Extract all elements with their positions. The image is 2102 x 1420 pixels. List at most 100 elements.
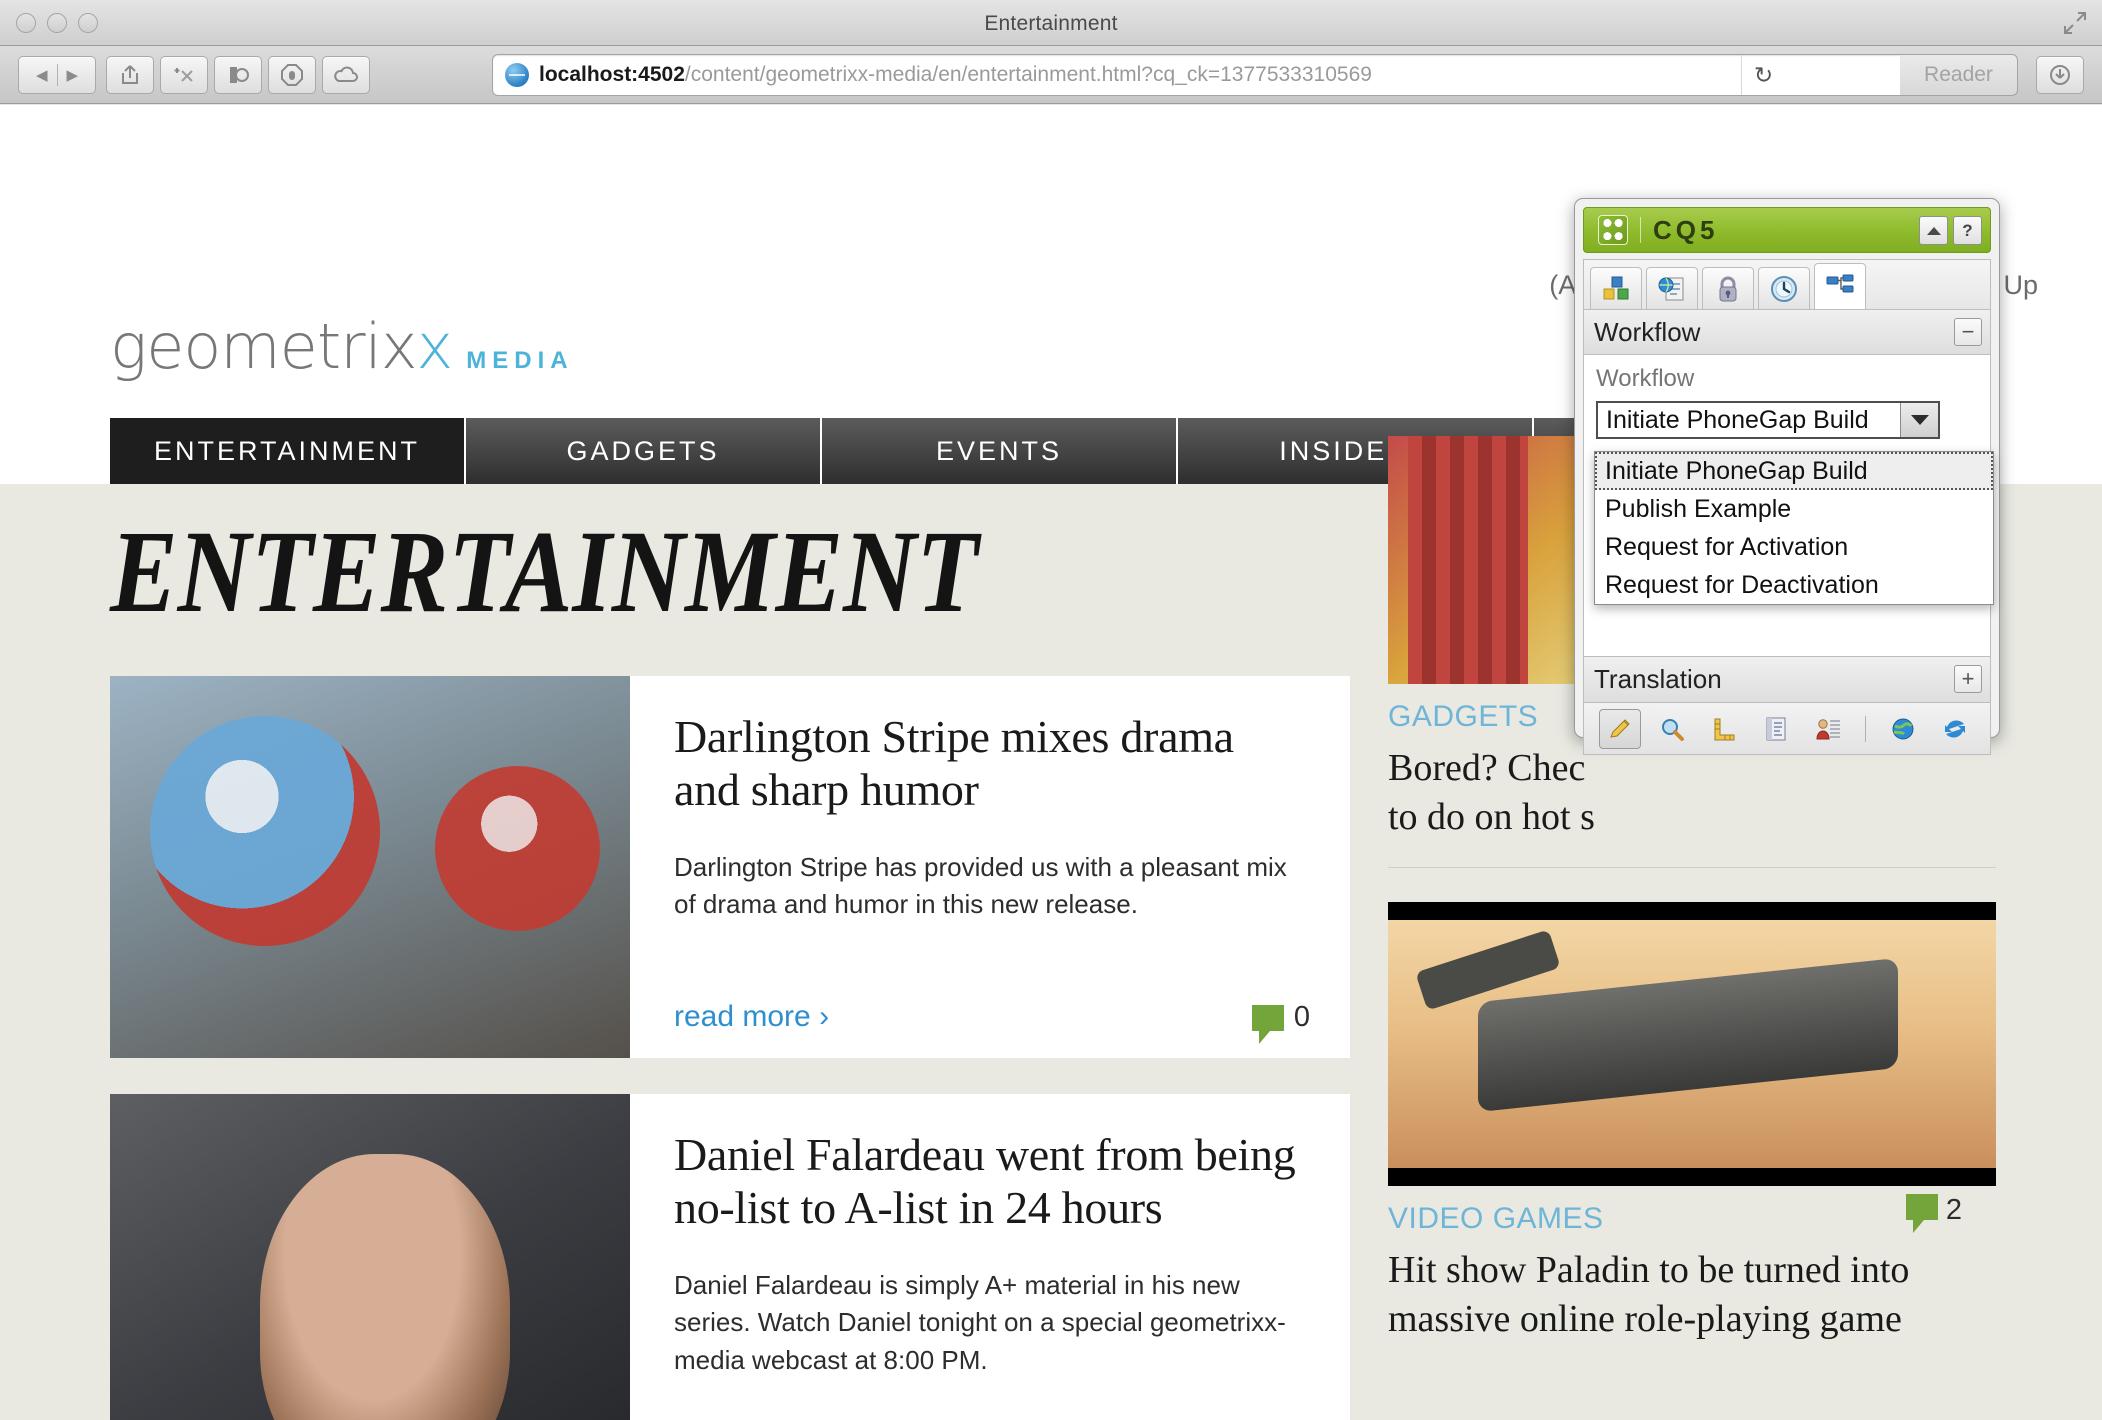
sidebar-title[interactable]: Hit show Paladin to be turned into massi…: [1388, 1246, 1996, 1343]
comment-count: 2: [1945, 1194, 1962, 1227]
cq5-cube-logo-icon: [1598, 215, 1628, 245]
edit-pencil-icon[interactable]: [1598, 708, 1641, 749]
downloads-button[interactable]: [2036, 56, 2084, 94]
url-host: localhost:4502: [539, 63, 685, 86]
workflow-option[interactable]: Request for Activation: [1595, 528, 1993, 566]
globe-publish-icon[interactable]: [1882, 709, 1924, 749]
workflow-select[interactable]: Initiate PhoneGap Build: [1596, 401, 1940, 439]
preview-magnifier-icon[interactable]: [1651, 709, 1693, 749]
workflow-field-label: Workflow: [1596, 365, 1695, 392]
fullscreen-icon[interactable]: [2062, 10, 2088, 36]
nav-divider: [56, 64, 58, 86]
workflow-options-dropdown[interactable]: Initiate PhoneGap Build Publish Example …: [1594, 451, 1994, 605]
article-body: Darlington Stripe mixes drama and sharp …: [630, 676, 1350, 1058]
browser-titlebar: Entertainment: [0, 0, 2102, 46]
article-card[interactable]: Darlington Stripe mixes drama and sharp …: [110, 676, 1350, 1058]
window-title: Entertainment: [984, 12, 1118, 35]
nav-item-gadgets[interactable]: GADGETS: [466, 418, 822, 484]
url-text: localhost:4502/content/geometrixx-media/…: [539, 63, 1372, 87]
nav-item-events[interactable]: EVENTS: [822, 418, 1178, 484]
url-path: /content/geometrixx-media/en/entertainme…: [684, 63, 1372, 86]
page-tab[interactable]: [1646, 267, 1698, 309]
logo-wordmark: geometrix: [110, 310, 418, 383]
workflow-tab[interactable]: [1814, 263, 1866, 309]
read-more-link[interactable]: read more ›: [674, 1000, 829, 1034]
colored-cubes-icon: [1603, 276, 1629, 299]
article-excerpt: Darlington Stripe has provided us with a…: [674, 851, 1287, 920]
sidebar-band-bottom: [1388, 1168, 1996, 1187]
sidebar-band-top: [1388, 902, 1996, 921]
workflow-option[interactable]: Request for Deactivation: [1595, 566, 1993, 604]
sidekick-footer-toolbar: [1583, 703, 1991, 755]
comment-count-badge: 0: [1251, 1001, 1310, 1044]
page-title: ENTERTAINMENT: [110, 506, 979, 637]
comment-count: 0: [1293, 1001, 1310, 1033]
extension-button[interactable]: [214, 56, 262, 94]
sidebar-divider: [1388, 867, 1996, 869]
article-body: Daniel Falardeau went from being no-list…: [630, 1094, 1350, 1420]
reload-icon[interactable]: ↻: [1741, 55, 1785, 95]
address-bar[interactable]: localhost:4502/content/geometrixx-media/…: [492, 54, 1972, 96]
nav-label: ENTERTAINMENT: [153, 435, 420, 466]
translation-section-title: Translation: [1594, 664, 1722, 694]
sidebar-title-line1: Hit show Paladin to be turned into: [1388, 1249, 1910, 1292]
annotate-document-icon[interactable]: [1755, 709, 1797, 749]
workflow-section-header[interactable]: Workflow −: [1583, 309, 1991, 355]
workflow-option[interactable]: Initiate PhoneGap Build: [1595, 452, 1993, 490]
reload-refresh-icon[interactable]: [1934, 709, 1976, 749]
workflow-nodes-icon: [1826, 274, 1854, 292]
sidebar-title-line2: massive online role-playing game: [1388, 1297, 1902, 1340]
security-tab[interactable]: [1702, 267, 1754, 309]
reader-button[interactable]: Reader: [1900, 54, 2018, 96]
versioning-tab[interactable]: [1758, 267, 1810, 309]
nav-label: GADGETS: [566, 435, 720, 466]
clock-icon: [1771, 275, 1797, 302]
workflow-panel: Workflow Initiate PhoneGap Build Workflo…: [1583, 355, 1994, 657]
globe-document-icon: [1658, 277, 1684, 300]
cq5-brand-label: CQ5: [1653, 214, 1719, 245]
components-tab[interactable]: [1590, 267, 1642, 309]
browser-window: Entertainment ◀ ▶ localhost:4502/content: [0, 0, 2102, 1420]
site-globe-icon: [505, 63, 529, 87]
collapse-icon[interactable]: [1919, 216, 1948, 245]
site-logo[interactable]: geometrix x MEDIA: [110, 310, 574, 383]
translation-section-header[interactable]: Translation +: [1583, 657, 1991, 703]
comment-count-badge: 2: [1905, 1194, 1962, 1234]
expand-section-button[interactable]: +: [1954, 665, 1982, 693]
workflow-option[interactable]: Publish Example: [1595, 490, 1993, 528]
comment-bubble-icon: [1251, 1004, 1284, 1044]
design-ruler-icon[interactable]: [1703, 709, 1745, 749]
article-thumbnail: [110, 676, 630, 1058]
main-column: ENTERTAINMENT Darlington Stripe mixes dr…: [110, 484, 1350, 1420]
nav-item-entertainment[interactable]: ENTERTAINMENT: [110, 418, 466, 484]
sidebar-title[interactable]: Bored? Chec to do on hot s: [1388, 744, 1996, 841]
article-title[interactable]: Daniel Falardeau went from being no-list…: [674, 1128, 1310, 1235]
logo-suffix: MEDIA: [466, 347, 574, 374]
sidebar-card[interactable]: VIDEO GAMES 2 Hit show Paladin to be tur…: [1388, 902, 1996, 1343]
add-bookmark-button[interactable]: [160, 56, 208, 94]
article-card[interactable]: Daniel Falardeau went from being no-list…: [110, 1094, 1350, 1420]
separator: [1864, 715, 1866, 742]
article-thumbnail: [110, 1094, 630, 1420]
back-icon[interactable]: ◀: [32, 66, 52, 84]
workflow-section-title: Workflow: [1594, 316, 1701, 347]
back-forward-buttons[interactable]: ◀ ▶: [18, 56, 96, 94]
padlock-icon: [1719, 276, 1737, 301]
client-context-icon[interactable]: [1807, 709, 1849, 749]
cq5-sidekick: CQ5 ? Workflow − Workflow Initiate Phone…: [1574, 198, 2000, 755]
nav-label: EVENTS: [935, 435, 1063, 466]
stop-hand-button[interactable]: [268, 56, 316, 94]
sidekick-titlebar[interactable]: CQ5 ?: [1583, 207, 1991, 253]
titlebar-divider: [1640, 217, 1641, 243]
help-icon[interactable]: ?: [1953, 216, 1982, 245]
cloud-button[interactable]: [322, 56, 370, 94]
forward-icon[interactable]: ▶: [63, 66, 83, 84]
logo-x-mark: x: [416, 310, 454, 383]
collapse-section-button[interactable]: −: [1954, 318, 1982, 346]
comment-bubble-icon: [1905, 1194, 1938, 1234]
chevron-down-icon[interactable]: [1900, 403, 1938, 437]
article-title[interactable]: Darlington Stripe mixes drama and sharp …: [674, 710, 1310, 817]
sidebar-category[interactable]: VIDEO GAMES: [1388, 1202, 1996, 1236]
share-button[interactable]: [106, 56, 154, 94]
sidekick-titlebar-buttons: ?: [1919, 216, 1982, 245]
